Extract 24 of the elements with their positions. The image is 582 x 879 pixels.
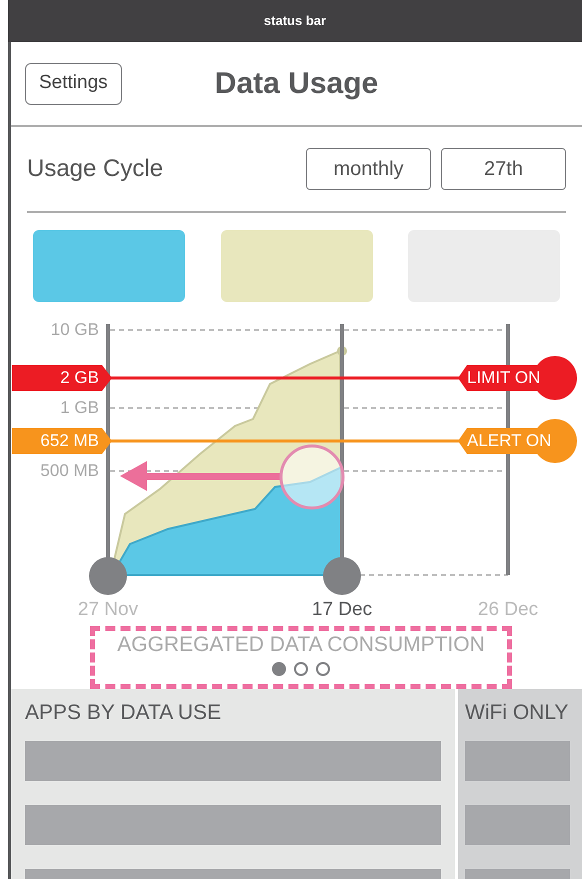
axis-label: 10 GB	[50, 321, 99, 338]
usage-cycle-label: Usage Cycle	[27, 154, 164, 184]
date-label: 17 Dec	[310, 598, 374, 622]
panel-title: APPS BY DATA USE	[25, 700, 222, 726]
date-label: 27 Nov	[76, 598, 140, 622]
panel-title: WiFi ONLY	[465, 700, 570, 726]
legend-swatch[interactable]	[33, 230, 185, 302]
settings-button[interactable]: Settings	[25, 62, 122, 104]
page-title: Data Usage	[214, 66, 378, 102]
chart-caption: AGGREGATED DATA CONSUMPTION	[117, 632, 485, 658]
alert-value-tag: 652 MB	[12, 428, 112, 454]
date-label: 26 Dec	[476, 598, 540, 622]
limit-value-tag: 2 GB	[12, 365, 112, 391]
cycle-button[interactable]: monthly	[306, 148, 431, 190]
limit-toggle[interactable]: LIMIT ON	[458, 356, 577, 400]
cursor-handle[interactable]	[280, 444, 344, 510]
axis-label: 1 GB	[60, 399, 99, 416]
left-arrow-icon	[120, 461, 281, 491]
axis-label: 500 MB	[40, 462, 99, 479]
cycle-button[interactable]: 27th	[441, 148, 566, 190]
end-handle[interactable]	[323, 557, 361, 595]
legend-swatch[interactable]	[220, 230, 372, 302]
start-handle[interactable]	[89, 557, 127, 595]
status-bar-title: status bar	[264, 12, 326, 30]
